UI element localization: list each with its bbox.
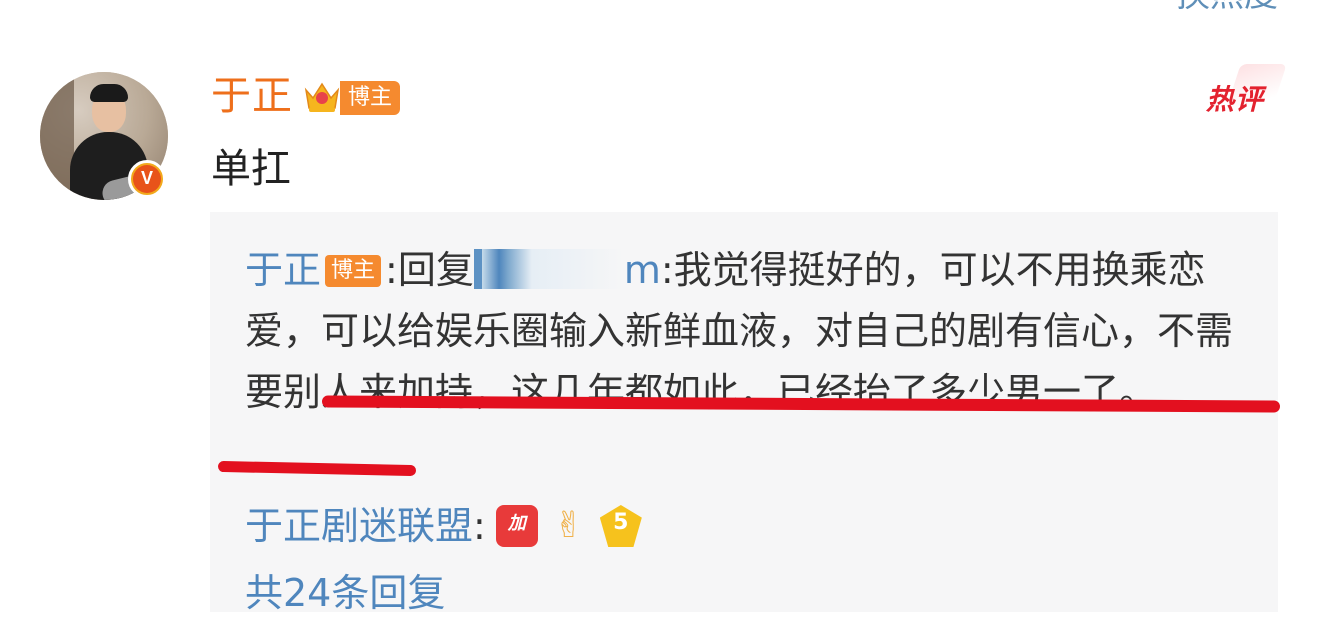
victory-hand-emoji-icon: ✌ <box>553 505 584 546</box>
five-stars-emoji-icon: 5 <box>599 505 642 547</box>
blogger-tag: 博主 <box>340 81 401 115</box>
reply-author-name[interactable]: 于正 <box>245 248 321 292</box>
hot-comment-badge: 热评 <box>1205 83 1264 116</box>
more-replies-link[interactable]: 共24条回复 <box>245 568 445 618</box>
fan-reply-author[interactable]: 于正剧迷联盟 <box>245 498 473 554</box>
avatar-hair <box>90 84 128 102</box>
mention-tail[interactable]: m <box>624 248 661 292</box>
vip-crown-icon <box>304 82 340 112</box>
verified-v-icon: V <box>128 160 166 198</box>
reply-prefix: :回复 <box>385 248 474 292</box>
reply-blogger-tag: 博主 <box>325 255 382 287</box>
comment-text: 单扛 <box>211 146 291 192</box>
fan-reply: 于正剧迷联盟: 加 ✌ 5 <box>245 498 642 554</box>
comment-username[interactable]: 于正 <box>211 70 293 122</box>
redacted-username <box>473 249 624 289</box>
avatar-shelf <box>40 72 74 200</box>
reply-thread-box: 于正 博主:回复 m:我觉得挺好的，可以不用换乘恋爱，可以给娱乐圈输入新鲜血液，对自… <box>210 212 1278 615</box>
sort-by-hotness-link[interactable]: 换热度 <box>1176 0 1278 12</box>
fan-reply-colon: : <box>473 504 486 548</box>
encourage-emoji-icon: 加 <box>495 505 538 547</box>
